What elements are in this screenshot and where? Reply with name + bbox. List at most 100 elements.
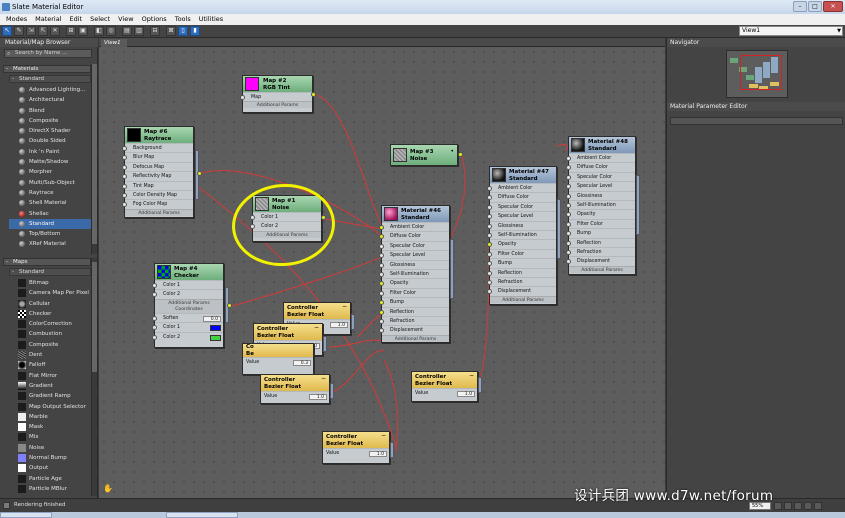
browser-item-shell-material[interactable]: Shell Material (9, 198, 91, 208)
input-socket[interactable] (566, 249, 571, 255)
browser-item-double-sided[interactable]: Double Sided (9, 136, 91, 146)
node-param-value[interactable]: Value 1.0 (323, 448, 389, 457)
node-coordinates-rollout[interactable]: Coordinates (155, 305, 223, 313)
browser-map-falloff[interactable]: Falloff (9, 360, 91, 370)
node-footer[interactable]: Additional Params (490, 295, 556, 303)
node-map6-raytrace[interactable]: Map #6 Raytrace Background Blur Map Defoc… (122, 126, 194, 218)
node-slot[interactable]: Refraction (487, 276, 556, 286)
input-socket[interactable] (566, 212, 571, 218)
browser-item-directx-shader[interactable]: DirectX Shader (9, 126, 91, 136)
input-socket[interactable] (122, 174, 127, 180)
node-param-value[interactable]: Value 1.0 (261, 391, 329, 400)
assign-material-icon[interactable]: ⇱ (38, 26, 48, 36)
browser-item-matte-shadow[interactable]: Matte/Shadow (9, 157, 91, 167)
node-param-color2[interactable]: Color 2 (152, 331, 223, 341)
input-socket[interactable] (487, 261, 492, 267)
output-socket[interactable] (311, 92, 316, 97)
input-socket[interactable] (152, 315, 157, 321)
node-slot[interactable]: Color 2 (152, 289, 223, 298)
node-slot[interactable]: Opacity (379, 278, 449, 287)
browser-map-mask[interactable]: Mask (9, 422, 91, 432)
menu-view[interactable]: View (118, 14, 133, 25)
node-footer[interactable]: Additional Params (243, 101, 312, 109)
node-header[interactable]: Controller Bezier Float − (261, 375, 329, 391)
input-socket[interactable] (566, 193, 571, 199)
node-slot[interactable]: Ambient Color (566, 153, 635, 162)
node-slot[interactable]: Specular Level (379, 250, 449, 259)
browser-item-advanced-lighting[interactable]: Advanced Lighting... (9, 85, 91, 95)
minimize-button[interactable]: – (793, 1, 807, 12)
input-socket[interactable] (122, 146, 127, 151)
input-socket[interactable] (487, 223, 492, 229)
node-slot[interactable]: Refraction (566, 246, 635, 256)
node-header[interactable]: Material #47 Standard (490, 167, 556, 183)
zoom-region-icon[interactable] (794, 502, 802, 510)
browser-map-composite[interactable]: Composite (9, 340, 91, 350)
input-socket[interactable] (566, 231, 571, 237)
layout-children-icon[interactable]: ▥ (134, 26, 144, 36)
browser-map-colorcorrection[interactable]: ColorCorrection (9, 319, 91, 329)
node-slot[interactable]: Tint Map (122, 180, 193, 190)
browser-map-combustion[interactable]: Combustion (9, 329, 91, 339)
value-field[interactable]: 1.0 (309, 394, 327, 400)
show-map-icon[interactable]: ▣ (78, 26, 88, 36)
view-tab[interactable]: View1 (101, 39, 127, 47)
node-controller-c[interactable]: Co Be Value 0.3 (242, 343, 314, 375)
color1-swatch[interactable] (210, 325, 221, 332)
browser-map-mix[interactable]: Mix (9, 432, 91, 442)
node-header[interactable]: Map #6 Raytrace (125, 127, 193, 143)
output-socket[interactable] (197, 171, 202, 176)
input-socket[interactable] (240, 95, 245, 100)
node-param-color1[interactable]: Color 1 (152, 322, 223, 332)
input-socket[interactable] (566, 221, 571, 227)
node-footer[interactable]: Additional Params (125, 208, 193, 216)
maximize-button[interactable]: □ (808, 1, 822, 12)
menu-modes[interactable]: Modes (6, 14, 27, 25)
input-socket[interactable] (379, 290, 384, 296)
node-slot[interactable]: Refraction (379, 315, 449, 325)
taskbar-item[interactable] (166, 512, 238, 518)
material-id-icon[interactable]: ⊟ (150, 26, 160, 36)
input-socket[interactable] (152, 325, 157, 331)
output-socket[interactable] (227, 303, 232, 308)
node-slot[interactable]: Specular Color (379, 240, 449, 250)
node-slot[interactable]: Glossiness (487, 220, 556, 230)
input-socket[interactable] (487, 232, 492, 238)
browser-item-standard[interactable]: Standard (9, 218, 91, 230)
node-header[interactable]: Co Be (243, 344, 313, 357)
node-controller-d[interactable]: Controller Bezier Float − Value 1.0 (411, 371, 478, 402)
node-slot[interactable]: Specular Color (487, 201, 556, 211)
node-slot[interactable]: Specular Level (487, 211, 556, 220)
input-socket[interactable] (487, 195, 492, 201)
browser-item-blend[interactable]: Blend (9, 106, 91, 116)
node-slot[interactable]: Reflection (379, 306, 449, 316)
node-slot[interactable]: Filter Color (566, 218, 635, 228)
input-socket[interactable] (566, 165, 571, 171)
browser-map-camera-map[interactable]: Camera Map Per Pixel (9, 288, 91, 298)
browser-map-particle-age[interactable]: Particle Age (9, 474, 91, 484)
node-map4-checker[interactable]: Map #4 Checker Color 1 Color 2 Additional… (152, 263, 224, 348)
node-param-value[interactable]: Value 1.0 (412, 388, 477, 397)
node-slot[interactable]: Filter Color (379, 287, 449, 297)
node-footer[interactable]: Additional Params (382, 334, 449, 342)
param-editor-field[interactable] (670, 117, 843, 125)
browser-item-composite[interactable]: Composite (9, 116, 91, 126)
menu-select[interactable]: Select (90, 14, 110, 25)
node-slot[interactable]: Color Density Map (122, 189, 193, 199)
browser-item-xref-material[interactable]: XRef Material (9, 239, 91, 249)
node-slot[interactable]: Opacity (487, 239, 556, 248)
node-map3-noise[interactable]: Map #3 Noise • (390, 144, 458, 166)
node-header[interactable]: Controller Bezier Float − (254, 324, 322, 340)
node-material47-standard[interactable]: Material #47 Standard Ambient Color Diffu… (487, 166, 557, 305)
background-icon[interactable]: ◧ (94, 26, 104, 36)
node-header[interactable]: Map #3 Noise • (391, 145, 457, 165)
zoom-fit-icon[interactable] (784, 502, 792, 510)
browser-map-particle-mblur[interactable]: Particle MBlur (9, 484, 91, 494)
node-collapse-icon[interactable]: − (381, 432, 386, 440)
menu-utilities[interactable]: Utilities (199, 14, 223, 25)
node-controller-e[interactable]: Controller Bezier Float − Value 1.0 (260, 374, 330, 404)
input-socket[interactable] (379, 281, 384, 287)
input-socket[interactable] (379, 243, 384, 249)
delete-icon[interactable]: ✕ (50, 26, 60, 36)
menu-edit[interactable]: Edit (70, 14, 83, 25)
